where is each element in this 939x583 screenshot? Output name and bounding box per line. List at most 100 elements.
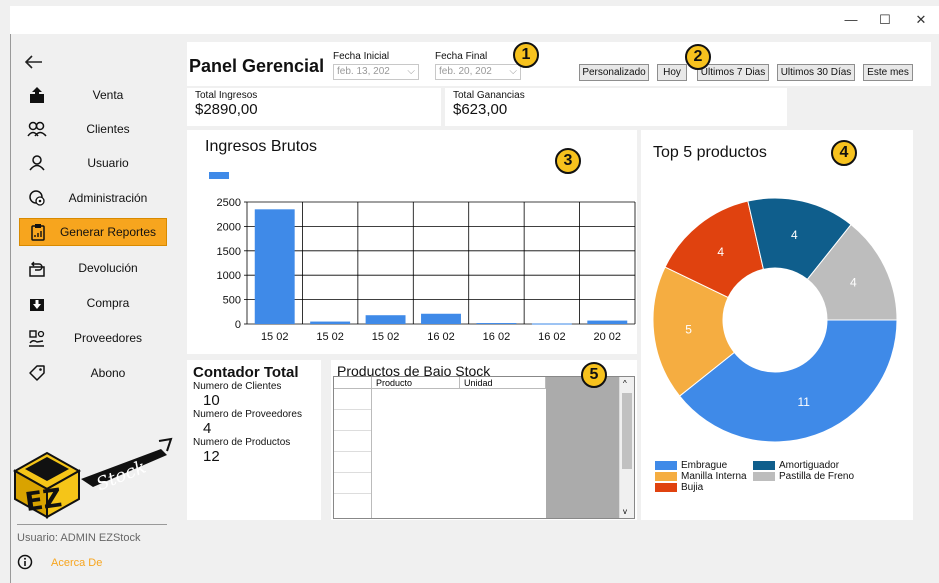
ezstock-logo: EZ Stock [11,429,173,519]
sidebar-item-label: Devolución [78,261,138,275]
about-label: Acerca De [51,557,103,569]
y-tick-label: 0 [235,319,241,331]
upload-box-icon [25,83,49,107]
bar-5 [531,323,572,325]
suppliers-icon [25,326,49,350]
scroll-thumb[interactable] [622,393,632,469]
x-tick-label: 16 02 [427,331,455,343]
info-icon [17,554,35,572]
annotation-badge-5: 5 [581,362,607,388]
maximize-button[interactable]: ☐ [870,10,900,30]
total-ingresos-card: Total Ingresos $2890,00 [187,88,441,126]
top-productos-chart: 11 5 4 4 4 [652,197,898,443]
sidebar-divider [17,524,167,525]
clientes-count-value: 10 [203,392,220,409]
grid-scrollbar[interactable]: ^ v [619,377,634,518]
bar-4 [476,323,517,325]
sidebar-item-label: Generar Reportes [59,225,157,239]
total-ingresos-label: Total Ingresos [195,90,258,101]
row-header-column [334,377,372,518]
y-tick-label: 500 [223,295,241,307]
x-tick-label: 20 02 [594,331,622,343]
sidebar-item-label: Venta [92,88,124,102]
x-tick-label: 16 02 [538,331,566,343]
legend-item-manilla-interna: Manilla Interna [655,471,747,482]
hoy-button[interactable]: Hoy [657,64,687,81]
svg-text:Stock: Stock [94,457,150,496]
contador-title: Contador Total [193,364,299,381]
total-ganancias-value: $623,00 [453,101,508,118]
proveedores-count-label: Numero de Proveedores [193,409,302,420]
title-bar: — ☐ ✕ [10,6,939,34]
total-ganancias-card: Total Ganancias $623,00 [445,88,787,126]
slice-value-label: 5 [685,323,692,337]
main-content: Panel Gerencial Fecha Inicial feb. 13, 2… [173,34,939,583]
annotation-badge-3: 3 [555,148,581,174]
y-tick-label: 2500 [217,197,241,209]
report-clipboard-icon [26,220,50,244]
annotation-badge-1: 1 [513,42,539,68]
sidebar-item-label: Clientes [86,122,130,136]
sidebar-item-clientes[interactable]: Clientes [19,115,167,143]
minimize-button[interactable]: — [836,10,866,30]
app-window: — ☐ ✕ Venta Clientes Usuario Administrac… [0,0,939,583]
column-header-producto[interactable]: Producto [372,377,460,389]
bar-1 [310,321,351,324]
admin-gear-icon [25,186,49,210]
bar-6 [587,320,628,324]
bar-2 [365,315,406,324]
total-ingresos-value: $2890,00 [195,101,258,118]
grid-empty-area [546,377,619,518]
download-box-icon [25,291,49,315]
fecha-inicial-picker[interactable]: feb. 13, 202 ⌵ [333,64,419,80]
sidebar-item-devolucion[interactable]: Devolución [19,254,167,282]
proveedores-count-value: 4 [203,420,212,437]
x-tick-label: 15 02 [372,331,400,343]
current-user-label: Usuario: ADMIN EZStock [17,532,141,544]
x-tick-label: 15 02 [316,331,344,343]
svg-text:EZ: EZ [23,483,63,518]
sidebar-item-usuario[interactable]: Usuario [19,149,167,177]
fecha-inicial-label: Fecha Inicial [333,51,390,62]
personalizado-button[interactable]: Personalizado [579,64,649,81]
bar-3 [421,313,461,324]
sidebar-item-generar-reportes[interactable]: Generar Reportes [19,218,167,246]
slice-value-label: 4 [717,245,724,259]
legend-item-amortiguador: Amortiguador [753,460,839,471]
annotation-badge-4: 4 [831,140,857,166]
x-tick-label: 16 02 [483,331,511,343]
total-ganancias-label: Total Ganancias [453,90,525,101]
column-header-unidad[interactable]: Unidad [460,377,546,389]
sidebar-item-abono[interactable]: Abono [19,359,167,387]
annotation-badge-2: 2 [685,44,711,70]
sidebar-item-compra[interactable]: Compra [19,289,167,317]
este-mes-button[interactable]: Este mes [863,64,913,81]
close-button[interactable]: ✕ [906,10,936,30]
scroll-down-icon[interactable]: v [623,507,627,516]
about-link[interactable]: Acerca De [17,554,102,572]
top-productos-panel: Top 5 productos 11 5 4 4 4 Embrague Amortigu… [641,130,913,520]
fecha-final-picker[interactable]: feb. 20, 202 ⌵ [435,64,521,80]
sidebar-item-label: Compra [86,296,130,310]
clientes-count-label: Numero de Clientes [193,381,282,392]
user-icon [25,151,49,175]
slice-value-label: 11 [797,395,810,409]
slice-value-label: 4 [850,275,857,289]
ultimos-7-dias-button[interactable]: Ultimos 7 Dias [697,64,769,81]
slice-value-label: 4 [791,228,798,242]
scroll-up-icon[interactable]: ^ [623,379,627,388]
page-title: Panel Gerencial [189,56,325,76]
users-icon [25,117,49,141]
bajo-stock-grid[interactable]: Producto Unidad ^ v [333,376,635,519]
sidebar-item-administracion[interactable]: Administración [19,184,167,212]
sidebar: Venta Clientes Usuario Administración Ge… [10,34,173,583]
fecha-inicial-value: feb. 13, 202 [337,66,390,77]
chevron-down-icon: ⌵ [407,66,415,77]
back-arrow-icon[interactable] [24,52,43,75]
sidebar-item-venta[interactable]: Venta [19,81,167,109]
sidebar-item-proveedores[interactable]: Proveedores [19,324,167,352]
fecha-final-label: Fecha Final [435,51,488,62]
productos-count-value: 12 [203,448,220,465]
ultimos-30-dias-button[interactable]: Ultimos 30 Días [777,64,855,81]
productos-count-label: Numero de Productos [193,437,291,448]
